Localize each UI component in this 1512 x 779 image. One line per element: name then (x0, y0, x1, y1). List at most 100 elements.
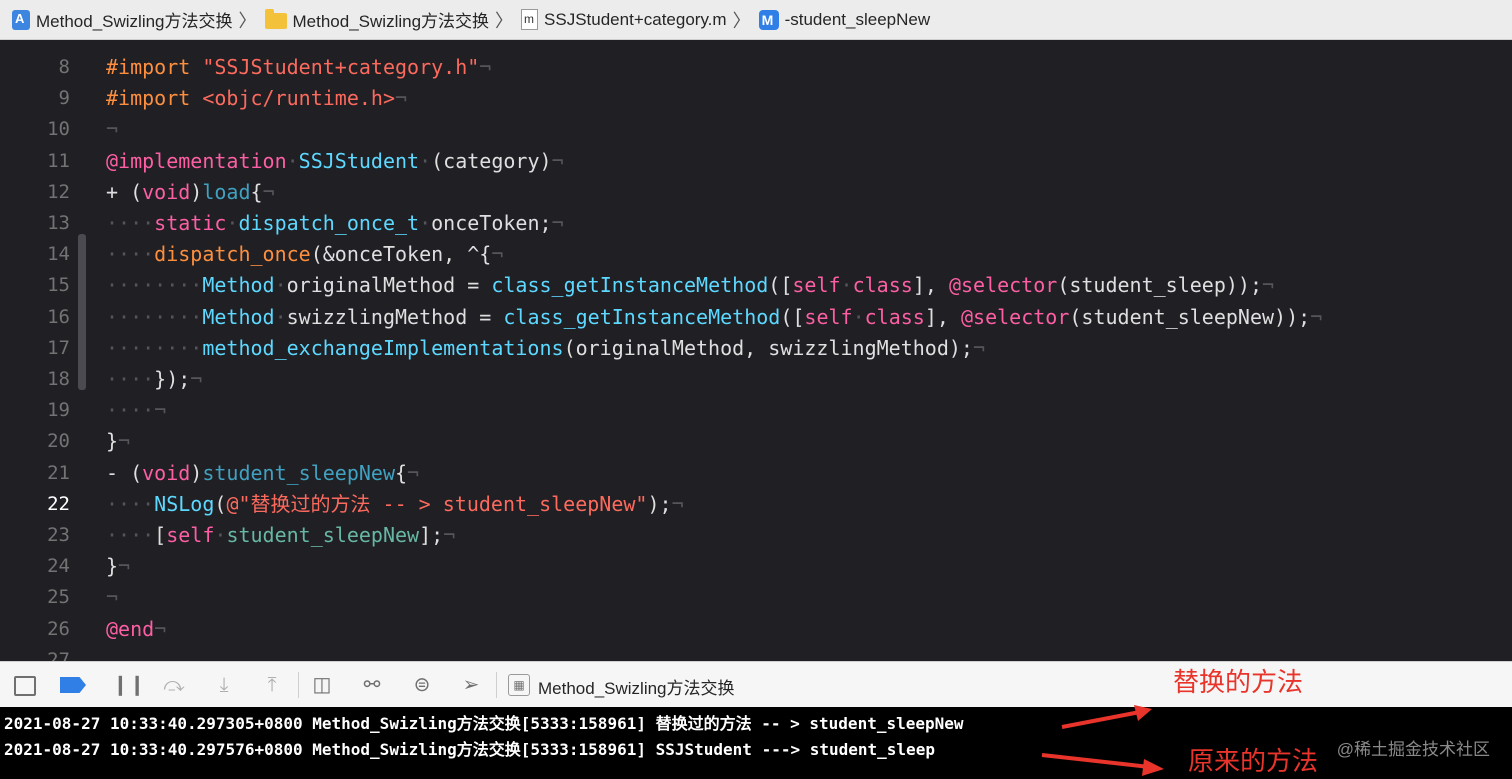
code-token: } (106, 429, 119, 454)
code-token: ], (924, 304, 961, 329)
code-token: · (274, 273, 287, 298)
code-text: ····NSLog(@"替换过的方法 -- > student_sleepNew… (106, 489, 684, 520)
console-log-line: 2021-08-27 10:33:40.297576+0800 Method_S… (4, 740, 935, 759)
code-token: (&onceToken, ^{ (310, 242, 492, 267)
code-text: @end¬ (106, 614, 166, 645)
code-token: ¬ (551, 148, 564, 173)
code-line[interactable]: 11 @implementation·SSJStudent·(category)¬ (0, 146, 1512, 177)
line-number[interactable]: 15 (0, 270, 70, 301)
code-token: ); (647, 491, 672, 516)
step-into-icon[interactable]: ⤓ (212, 673, 236, 697)
code-line[interactable]: 20}¬ (0, 426, 1512, 457)
code-token: NSLog (154, 491, 215, 516)
chevron-right-icon: 〉 (495, 10, 514, 31)
code-token: dispatch_once (154, 242, 311, 267)
target-app-icon[interactable]: ▦ (508, 674, 530, 696)
code-line[interactable]: 25 ¬ (0, 582, 1512, 613)
breadcrumb-method-label: -student_sleepNew (784, 9, 931, 29)
code-token: class_getInstanceMethod (503, 304, 781, 329)
line-number[interactable]: 12 (0, 177, 70, 208)
line-number[interactable]: 17 (0, 333, 70, 364)
code-line[interactable]: 12 + (void)load{¬ (0, 177, 1512, 208)
watermark-text: @稀土掘金技术社区 (1336, 740, 1490, 759)
line-number[interactable]: 27 (0, 645, 70, 661)
code-token: #import (106, 86, 203, 111)
code-text: ¬ (106, 582, 118, 613)
code-line[interactable]: 27 (0, 645, 1512, 661)
line-number[interactable]: 25 (0, 582, 70, 613)
code-line[interactable]: 21 - (void)student_sleepNew{¬ (0, 458, 1512, 489)
code-token: swizzlingMethod = (286, 304, 504, 329)
code-token: ) (190, 460, 203, 485)
code-line[interactable]: 16 ········Method·swizzlingMethod = class… (0, 302, 1512, 333)
breadcrumb-folder[interactable]: Method_Swizling方法交换 (264, 7, 489, 32)
line-number[interactable]: 11 (0, 146, 70, 177)
code-token: ¬ (443, 523, 456, 547)
code-line[interactable]: 22 ····NSLog(@"替换过的方法 -- > student_sleepN… (0, 489, 1512, 520)
code-token: (category) (431, 148, 552, 173)
line-number[interactable]: 9 (0, 83, 70, 114)
step-over-icon[interactable]: ⤼ (162, 673, 186, 697)
console-output[interactable]: 2021-08-27 10:33:40.297305+0800 Method_S… (0, 705, 1512, 779)
code-line[interactable]: 18 ····});¬ (0, 364, 1512, 395)
simulate-location-icon[interactable]: ➢ (459, 673, 483, 697)
line-number[interactable]: 8 (0, 52, 70, 83)
line-number[interactable]: 21 (0, 458, 70, 489)
code-line[interactable]: 19 ····¬ (0, 395, 1512, 426)
code-token: ¬ (154, 616, 167, 641)
code-text: ····});¬ (106, 364, 202, 395)
console-log-line: 2021-08-27 10:33:40.297305+0800 Method_S… (4, 714, 964, 733)
debug-target-label[interactable]: Method_Swizling方法交换 (538, 674, 735, 699)
code-token: ¬ (190, 367, 203, 391)
code-token: ¬ (1262, 273, 1275, 298)
line-number[interactable]: 16 (0, 302, 70, 333)
line-number[interactable]: 26 (0, 614, 70, 645)
breakpoints-toggle-icon[interactable] (60, 677, 86, 693)
breadcrumb-method[interactable]: -student_sleepNew (758, 9, 931, 30)
breadcrumb-project[interactable]: Method_Swizling方法交换 (12, 7, 233, 32)
code-line[interactable]: 9 #import <objc/runtime.h>¬ (0, 83, 1512, 114)
code-line[interactable]: 15 ········Method·originalMethod = class_… (0, 270, 1512, 301)
code-editor[interactable]: 8 #import "SSJStudent+category.h"¬ 9 #impor… (0, 41, 1512, 661)
code-line[interactable]: 14 ····dispatch_once(&onceToken, ^{¬ (0, 239, 1512, 270)
code-token: class (852, 273, 913, 298)
line-number[interactable]: 18 (0, 364, 70, 395)
line-number[interactable]: 20 (0, 426, 70, 457)
code-token: static (154, 211, 227, 235)
pause-icon[interactable]: ❙❙ (112, 673, 146, 697)
code-token: ], (912, 273, 949, 298)
line-number[interactable]: 24 (0, 551, 70, 582)
code-token: { (395, 460, 408, 485)
code-line[interactable]: 17 ········method_exchangeImplementations… (0, 333, 1512, 364)
code-token: onceToken; (431, 211, 552, 235)
breadcrumb-file[interactable]: SSJStudent+category.m (521, 9, 727, 30)
code-token: [ (154, 523, 167, 547)
line-number[interactable]: 10 (0, 114, 70, 145)
code-text: - (void)student_sleepNew{¬ (106, 458, 419, 489)
code-line[interactable]: 13 ····static·dispatch_once_t·onceToken;¬ (0, 208, 1512, 239)
code-line[interactable]: 8 #import "SSJStudent+category.h"¬ (0, 52, 1512, 83)
code-line[interactable]: 24}¬ (0, 551, 1512, 582)
code-token: Method (202, 304, 275, 329)
code-text: ····dispatch_once(&onceToken, ^{¬ (106, 239, 503, 270)
line-number[interactable]: 23 (0, 520, 70, 551)
line-number[interactable]: 14 (0, 239, 70, 270)
hide-debug-area-icon[interactable] (14, 676, 36, 696)
code-token: ¬ (118, 429, 131, 454)
code-line[interactable]: 10 ¬ (0, 114, 1512, 145)
code-token: void (142, 179, 191, 204)
line-number[interactable]: 13 (0, 208, 70, 239)
code-token: @selector (948, 273, 1058, 298)
memory-graph-icon[interactable]: ⚯ (360, 673, 384, 697)
line-number[interactable]: 22 (0, 489, 70, 520)
step-out-icon[interactable]: ⤒ (260, 673, 284, 697)
code-text: + (void)load{¬ (106, 177, 275, 208)
code-line[interactable]: 26 @end¬ (0, 614, 1512, 645)
environment-overrides-icon[interactable]: ⊜ (410, 673, 434, 697)
code-line[interactable]: 23 ····[self·student_sleepNew];¬ (0, 520, 1512, 551)
view-hierarchy-icon[interactable]: ◫ (310, 673, 334, 697)
code-token: @"替换过的方法 -- > student_sleepNew" (226, 491, 648, 516)
code-token: ¬ (1310, 304, 1323, 329)
line-number[interactable]: 19 (0, 395, 70, 426)
code-token: (student_sleep)); (1057, 273, 1263, 298)
